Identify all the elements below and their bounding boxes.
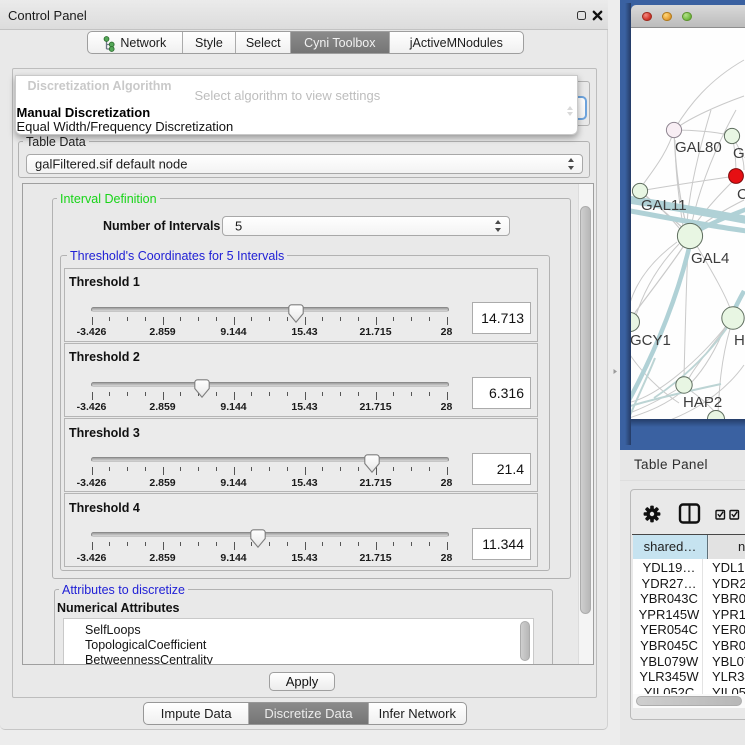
svg-text:GAL80: GAL80 xyxy=(675,139,722,156)
svg-text:HAP2: HAP2 xyxy=(683,394,722,411)
svg-text:GA: GA xyxy=(733,145,745,162)
svg-text:H: H xyxy=(734,332,745,349)
svg-text:C: C xyxy=(737,186,745,203)
svg-text:GAL4: GAL4 xyxy=(691,250,729,267)
svg-text:GCY1: GCY1 xyxy=(631,332,671,349)
svg-text:GAL11: GAL11 xyxy=(641,197,687,214)
